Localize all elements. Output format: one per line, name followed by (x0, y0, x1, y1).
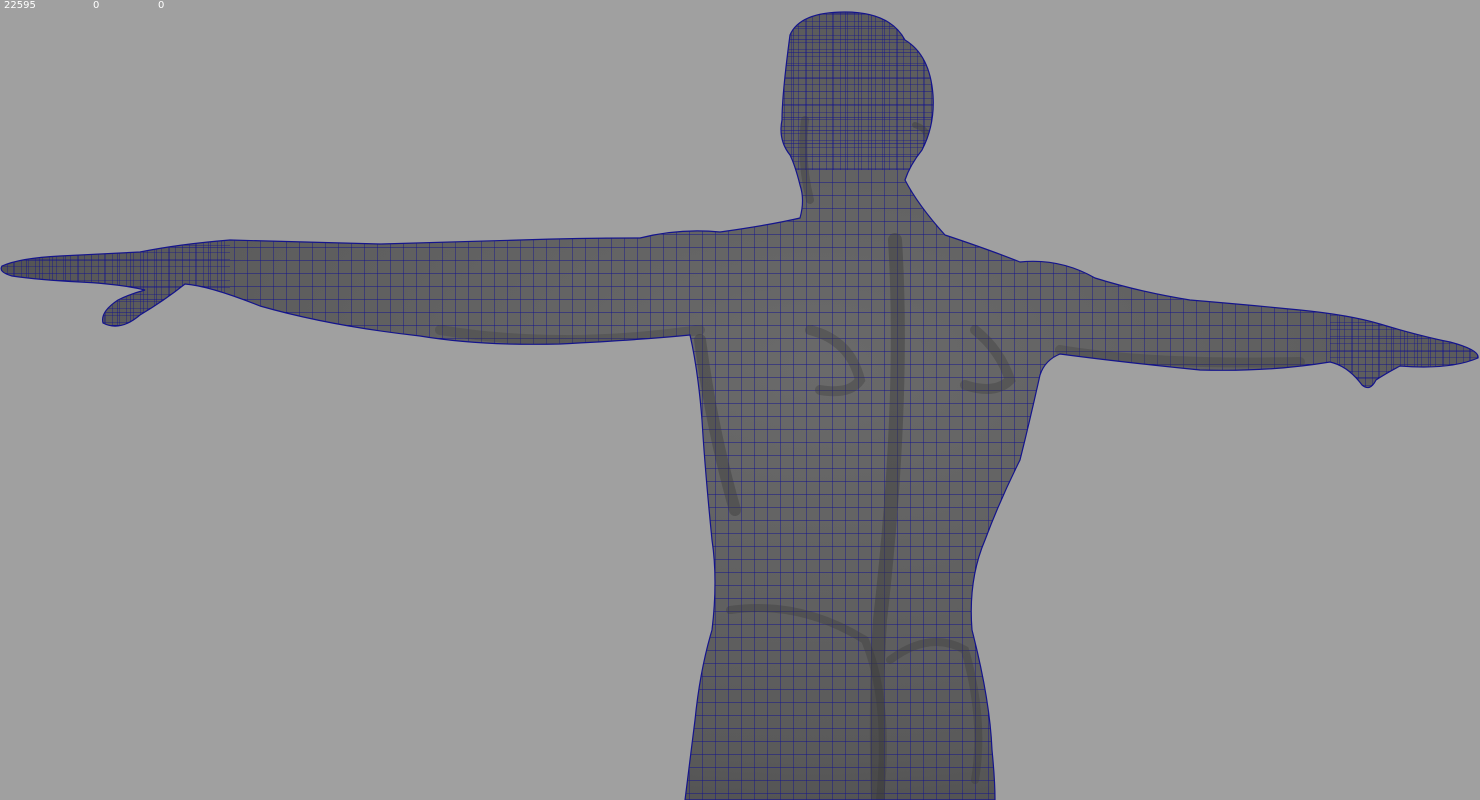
hud-value-vertices: 22595 (4, 0, 36, 11)
character-mesh[interactable] (0, 0, 1480, 800)
poly-count-hud: 22595 0 0 (0, 0, 220, 14)
hud-value-extra: 0 (158, 0, 165, 11)
wireframe-overlay (1, 12, 1479, 800)
3d-viewport[interactable]: 22595 0 0 (0, 0, 1480, 800)
hud-value-selected: 0 (93, 0, 100, 11)
